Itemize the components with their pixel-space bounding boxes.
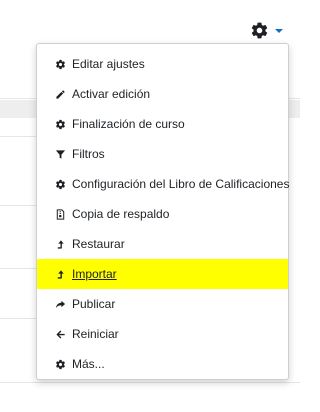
menu-item-label: Publicar	[72, 297, 116, 311]
menu-item-activar-edicion[interactable]: Activar edición	[37, 79, 288, 109]
level-up-icon	[55, 269, 66, 280]
gear-icon	[55, 179, 66, 190]
gear-icon	[55, 359, 66, 370]
menu-item-label: Más...	[72, 357, 105, 371]
gear-icon	[55, 119, 66, 130]
arrow-left-icon	[55, 329, 66, 340]
settings-dropdown-menu: Editar ajustes Activar edición Finalizac…	[36, 43, 289, 380]
menu-item-label: Reiniciar	[72, 327, 119, 341]
menu-item-label: Filtros	[72, 147, 105, 161]
background-divider	[0, 205, 40, 206]
menu-item-label: Editar ajustes	[72, 57, 145, 71]
level-up-icon	[55, 239, 66, 250]
menu-item-importar[interactable]: Importar	[37, 259, 288, 289]
file-archive-icon	[55, 208, 66, 220]
settings-menu-trigger[interactable]	[250, 18, 290, 42]
menu-item-restaurar[interactable]: Restaurar	[37, 229, 288, 259]
menu-item-configuracion-libro-calificaciones[interactable]: Configuración del Libro de Calificacione…	[37, 169, 290, 199]
menu-item-label: Configuración del Libro de Calificacione…	[72, 177, 290, 191]
menu-item-copia-de-respaldo[interactable]: Copia de respaldo	[37, 199, 288, 229]
caret-down-icon	[275, 29, 283, 33]
menu-item-label: Importar	[72, 267, 117, 281]
menu-item-filtros[interactable]: Filtros	[37, 139, 288, 169]
menu-item-label: Copia de respaldo	[72, 207, 170, 221]
background-divider	[0, 382, 300, 383]
gear-icon	[251, 22, 268, 38]
pencil-icon	[55, 89, 66, 100]
menu-item-editar-ajustes[interactable]: Editar ajustes	[37, 49, 288, 79]
menu-item-label: Finalización de curso	[72, 117, 185, 131]
menu-item-label: Restaurar	[72, 237, 125, 251]
menu-item-finalizacion-de-curso[interactable]: Finalización de curso	[37, 109, 288, 139]
gear-icon	[55, 59, 66, 70]
filter-icon	[55, 149, 66, 160]
background-divider	[0, 136, 40, 137]
page: Editar ajustes Activar edición Finalizac…	[0, 0, 300, 412]
background-divider	[0, 318, 40, 319]
menu-item-reiniciar[interactable]: Reiniciar	[37, 319, 288, 349]
menu-item-mas[interactable]: Más...	[37, 349, 288, 379]
share-icon	[55, 299, 66, 310]
menu-item-publicar[interactable]: Publicar	[37, 289, 288, 319]
background-header-band	[0, 100, 40, 118]
background-divider	[0, 268, 40, 269]
menu-item-label: Activar edición	[72, 87, 151, 101]
